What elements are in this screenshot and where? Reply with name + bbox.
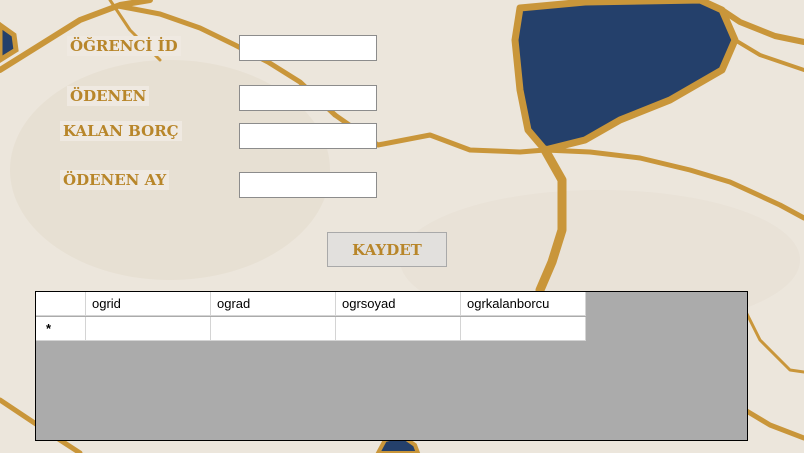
row-header-corner[interactable] bbox=[36, 292, 86, 316]
save-button[interactable]: KAYDET bbox=[327, 232, 447, 267]
new-row-cell-ogrsoyad[interactable] bbox=[336, 317, 461, 341]
remaining-debt-input[interactable] bbox=[239, 123, 377, 149]
new-row-marker[interactable]: * bbox=[36, 317, 86, 341]
paid-month-input[interactable] bbox=[239, 172, 377, 198]
data-grid[interactable]: ogrid ograd ogrsoyad ogrkalanborcu * bbox=[35, 291, 748, 441]
grid-header-row: ogrid ograd ogrsoyad ogrkalanborcu bbox=[36, 292, 586, 316]
student-id-label: ÖĞRENCİ İD bbox=[67, 36, 181, 56]
column-header-ogrkalanborcu[interactable]: ogrkalanborcu bbox=[461, 292, 586, 316]
column-header-ogrsoyad[interactable]: ogrsoyad bbox=[336, 292, 461, 316]
remaining-debt-label: KALAN BORÇ bbox=[60, 121, 182, 141]
grid-new-row[interactable]: * bbox=[36, 317, 586, 341]
column-header-ograd[interactable]: ograd bbox=[211, 292, 336, 316]
student-id-input[interactable] bbox=[239, 35, 377, 61]
new-row-cell-ograd[interactable] bbox=[211, 317, 336, 341]
column-header-ogrid[interactable]: ogrid bbox=[86, 292, 211, 316]
paid-input[interactable] bbox=[239, 85, 377, 111]
new-row-cell-ogrkalanborcu[interactable] bbox=[461, 317, 586, 341]
paid-label: ÖDENEN bbox=[67, 86, 150, 106]
new-row-cell-ogrid[interactable] bbox=[86, 317, 211, 341]
paid-month-label: ÖDENEN AY bbox=[60, 170, 170, 190]
